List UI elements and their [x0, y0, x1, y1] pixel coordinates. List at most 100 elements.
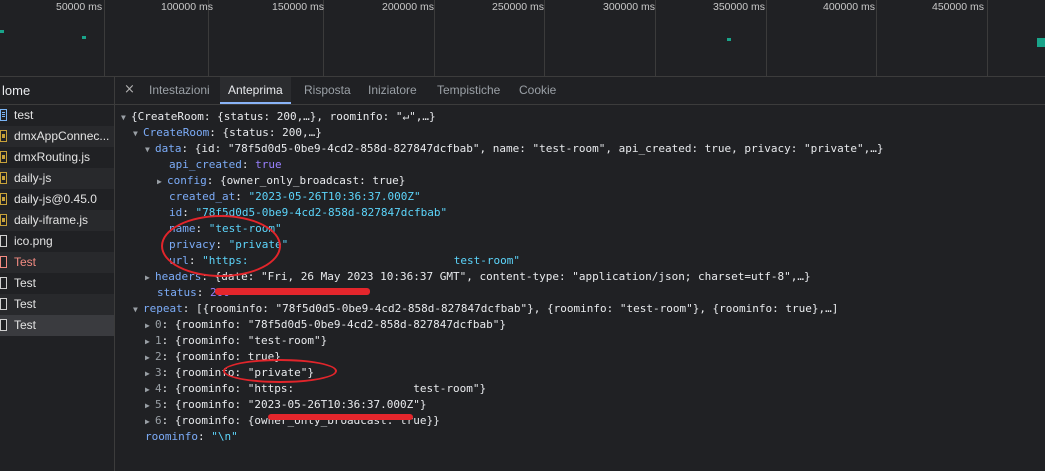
request-name: daily-js@0.45.0 [14, 192, 97, 206]
script-file-icon [0, 151, 7, 163]
network-timeline[interactable]: 50000 ms 100000 ms 150000 ms 200000 ms 2… [0, 0, 1045, 77]
json-preview-tree: ▼ {CreateRoom: {status: 200,…}, roominfo:… [115, 105, 1045, 445]
document-icon [0, 109, 7, 121]
tree-key: repeat [143, 302, 183, 315]
tree-key: created_at [169, 190, 236, 203]
request-name: dmxRouting.js [14, 150, 91, 164]
tab-cookies[interactable]: Cookie [511, 77, 564, 104]
script-file-icon [0, 214, 7, 226]
timeline-request-bar [82, 36, 86, 39]
tree-value: true [255, 158, 282, 171]
redaction-mark [215, 288, 370, 295]
tree-value: {status: 200,…} [222, 126, 322, 139]
timeline-request-bar [1037, 38, 1045, 47]
request-name: Test [14, 318, 37, 332]
tree-key: status [157, 286, 197, 299]
tab-initiator[interactable]: Iniziatore [360, 77, 425, 104]
expand-triangle-icon[interactable]: ▶ [145, 398, 155, 414]
expand-triangle-icon[interactable]: ▼ [121, 110, 131, 126]
array-item[interactable]: ▶ 5: {roominfo: "2023-05-26T10:36:37.000Z… [115, 397, 1045, 413]
request-name: Test [14, 297, 37, 311]
request-row[interactable]: Test [0, 294, 114, 315]
request-row-selected[interactable]: Test [0, 315, 114, 336]
request-name: daily-iframe.js [14, 213, 89, 227]
request-row[interactable]: dmxRouting.js [0, 147, 114, 168]
expand-triangle-icon[interactable]: ▼ [133, 126, 143, 142]
expand-triangle-icon[interactable]: ▶ [145, 334, 155, 350]
expand-triangle-icon[interactable]: ▶ [145, 414, 155, 430]
script-file-icon [0, 172, 7, 184]
tree-value: "\n" [211, 430, 238, 443]
timeline-tick-label: 350000 ms [713, 1, 765, 13]
request-row[interactable]: Test [0, 273, 114, 294]
tree-value: {id: "78f5d0d5-0be9-4cd2-858d-827847dcfb… [194, 142, 884, 155]
request-detail-panel: × Intestazioni Anteprima Risposta Inizia… [115, 77, 1045, 471]
timeline-tick-label: 400000 ms [823, 1, 875, 13]
tree-node[interactable]: ▼ data: {id: "78f5d0d5-0be9-4cd2-858d-827… [115, 141, 1045, 157]
tree-key: roominfo [145, 430, 198, 443]
tree-node-root[interactable]: ▼ {CreateRoom: {status: 200,…}, roominfo:… [115, 109, 1045, 125]
request-name: Test [14, 276, 37, 290]
tree-key: config [167, 174, 207, 187]
timeline-gridline [987, 0, 988, 76]
request-row[interactable]: dmxAppConnec... [0, 126, 114, 147]
timeline-gridline [544, 0, 545, 76]
timeline-tick-label: 200000 ms [382, 1, 434, 13]
request-name: daily-js [14, 171, 52, 185]
file-icon [0, 319, 7, 331]
array-item[interactable]: ▶ 4: {roominfo: "https: test-room"} [115, 381, 1045, 397]
request-name: Test [14, 255, 37, 269]
tab-preview[interactable]: Anteprima [220, 77, 291, 104]
timeline-gridline [434, 0, 435, 76]
timeline-tick-label: 100000 ms [161, 1, 213, 13]
request-row[interactable]: ico.png [0, 231, 114, 252]
tree-node[interactable]: ▼ CreateRoom: {status: 200,…} [115, 125, 1045, 141]
timeline-tick-label: 50000 ms [56, 1, 103, 13]
expand-triangle-icon[interactable]: ▶ [145, 270, 155, 286]
timeline-gridline [655, 0, 656, 76]
tree-node[interactable]: ▶ config: {owner_only_broadcast: true} [115, 173, 1045, 189]
close-icon[interactable]: × [124, 82, 135, 97]
timeline-gridline [876, 0, 877, 76]
request-row[interactable]: daily-iframe.js [0, 210, 114, 231]
expand-triangle-icon[interactable]: ▶ [145, 382, 155, 398]
redaction-mark [268, 414, 413, 420]
name-column-header[interactable]: lome [0, 77, 114, 105]
expand-triangle-icon[interactable]: ▼ [145, 142, 155, 158]
script-file-icon [0, 193, 7, 205]
tree-value: "2023-05-26T10:36:37.000Z" [248, 190, 421, 203]
tree-leaf: api_created: true [169, 158, 282, 171]
annotation-circle [161, 215, 281, 277]
tab-response[interactable]: Risposta [296, 77, 359, 104]
timeline-gridline [766, 0, 767, 76]
request-name: ico.png [14, 234, 53, 248]
tree-key: api_created [169, 158, 242, 171]
expand-triangle-icon[interactable]: ▶ [145, 318, 155, 334]
timeline-tick-label: 450000 ms [932, 1, 984, 13]
tree-node[interactable]: ▼ repeat: [{roominfo: "78f5d0d5-0be9-4cd2… [115, 301, 1045, 317]
array-item[interactable]: ▶ 6: {roominfo: {owner_only_broadcast: tr… [115, 413, 1045, 429]
tab-timing[interactable]: Tempistiche [429, 77, 508, 104]
request-list: lome test dmxAppConnec... dmxRouting.js … [0, 77, 115, 471]
array-item[interactable]: ▶ 0: {roominfo: "78f5d0d5-0be9-4cd2-858d-… [115, 317, 1045, 333]
tree-key: CreateRoom [143, 126, 210, 139]
tree-leaf: created_at: "2023-05-26T10:36:37.000Z" [169, 190, 421, 203]
request-row[interactable]: test [0, 105, 114, 126]
array-item[interactable]: ▶ 1: {roominfo: "test-room"} [115, 333, 1045, 349]
tree-key: data [155, 142, 182, 155]
request-row-error[interactable]: Test [0, 252, 114, 273]
tree-leaf: id: "78f5d0d5-0be9-4cd2-858d-827847dcfba… [169, 206, 448, 219]
tree-value: {roominfo: "https: test-room"} [174, 382, 487, 395]
file-icon [0, 277, 7, 289]
tree-value: {date: "Fri, 26 May 2023 10:36:37 GMT", … [214, 270, 811, 283]
expand-triangle-icon[interactable]: ▶ [157, 174, 167, 190]
expand-triangle-icon[interactable]: ▶ [145, 366, 155, 382]
tab-headers[interactable]: Intestazioni [141, 77, 218, 104]
request-row[interactable]: daily-js [0, 168, 114, 189]
expand-triangle-icon[interactable]: ▶ [145, 350, 155, 366]
annotation-circle [223, 359, 337, 383]
tree-value: {roominfo: "78f5d0d5-0be9-4cd2-858d-8278… [174, 318, 507, 331]
request-name: dmxAppConnec... [14, 129, 110, 143]
request-row[interactable]: daily-js@0.45.0 [0, 189, 114, 210]
expand-triangle-icon[interactable]: ▼ [133, 302, 143, 318]
